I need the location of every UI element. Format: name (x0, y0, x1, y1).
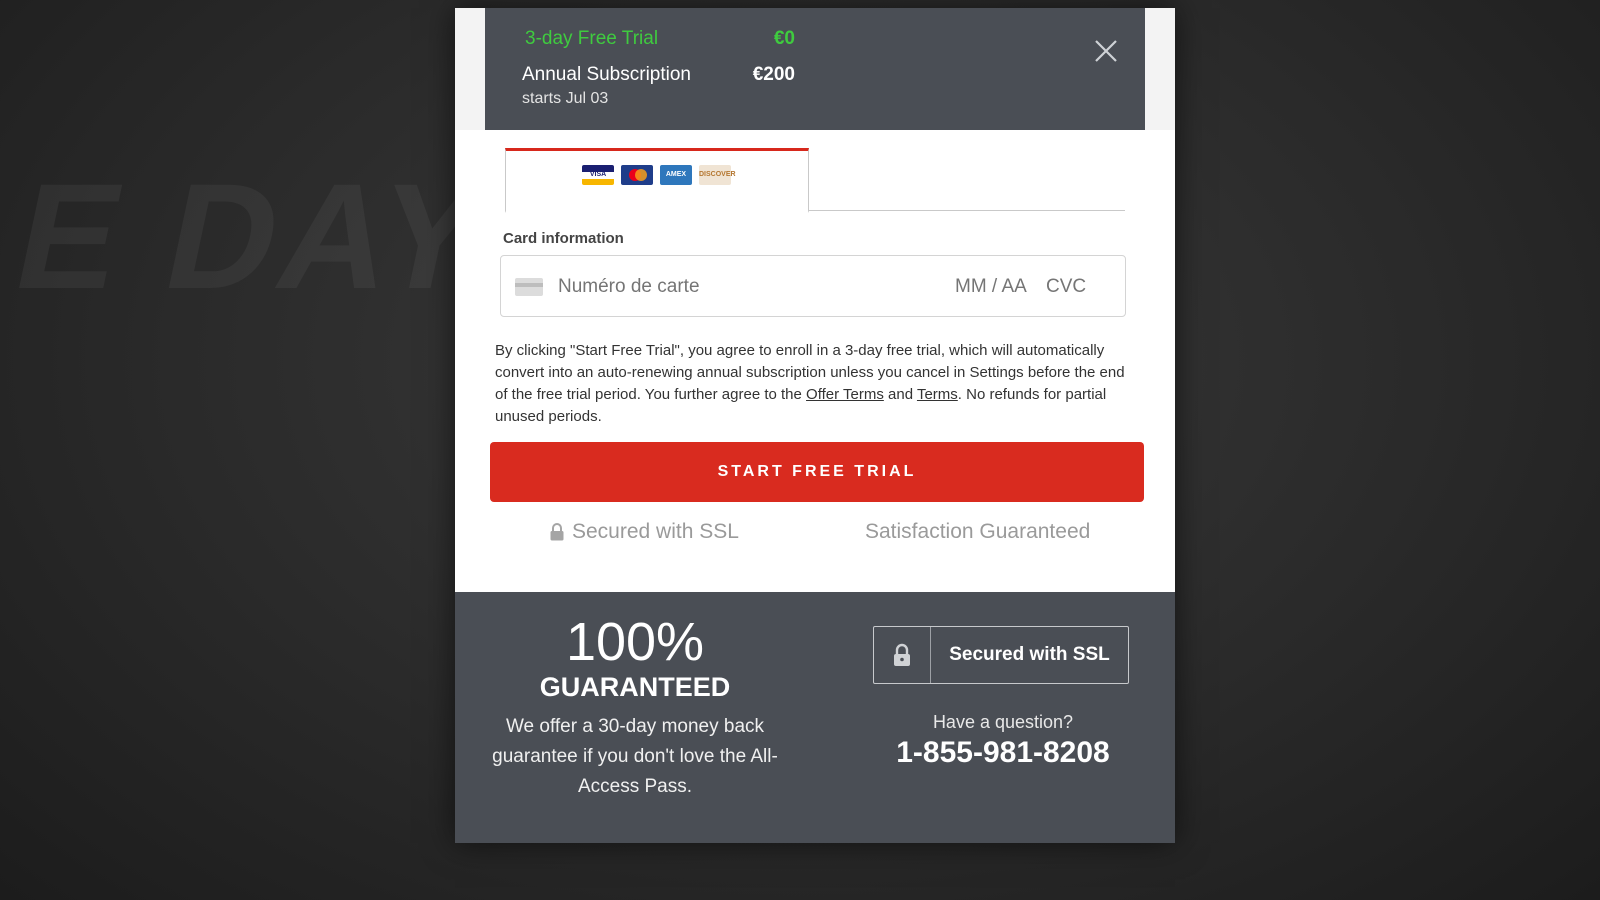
guarantee-description: We offer a 30-day money back guarantee i… (492, 716, 778, 797)
close-icon[interactable] (1093, 38, 1119, 64)
card-number-input[interactable] (556, 275, 920, 299)
background-brand-text: E DAY. (2, 152, 532, 320)
card-input-group (500, 255, 1126, 317)
credit-card-icon (515, 278, 543, 296)
card-info-label: Card information (503, 230, 624, 247)
guarantee-block: 100% GUARANTEED We offer a 30-day money … (475, 612, 795, 802)
ssl-assurance: Secured with SSL (550, 520, 739, 544)
lock-icon (550, 523, 564, 541)
trust-footer: 100% GUARANTEED We offer a 30-day money … (455, 592, 1175, 843)
ssl-assurance-label: Secured with SSL (572, 520, 739, 543)
visa-icon: VISA (582, 165, 614, 185)
trial-label: 3-day Free Trial (525, 28, 659, 49)
tab-card[interactable]: VISA AMEX DISCOVER (505, 148, 809, 213)
question-label: Have a question? (932, 712, 1074, 732)
satisfaction-assurance: Satisfaction Guaranteed (865, 520, 1091, 543)
annual-row: Annual Subscription €200 (522, 64, 795, 86)
guarantee-percent: 100% (565, 612, 705, 672)
order-summary: 3-day Free Trial €0 Annual Subscription … (485, 8, 1145, 130)
legal-text-part2: and (883, 386, 917, 403)
trial-price: €0 (773, 28, 795, 49)
support-phone[interactable]: 1-855-981-8208 (873, 736, 1133, 770)
terms-link[interactable]: Terms (917, 386, 958, 403)
lock-icon (874, 627, 931, 683)
discover-icon: DISCOVER (699, 165, 736, 185)
payment-form: VISA AMEX DISCOVER Card information By c… (455, 130, 1175, 592)
expiry-input[interactable] (953, 275, 1049, 299)
ssl-badge-label: Secured with SSL (949, 644, 1110, 665)
offer-terms-link[interactable]: Offer Terms (806, 386, 884, 403)
checkout-modal: 3-day Free Trial €0 Annual Subscription … (455, 8, 1175, 843)
annual-label: Annual Subscription (522, 64, 691, 85)
trial-row: 3-day Free Trial €0 (525, 28, 795, 50)
ssl-badge: Secured with SSL (873, 626, 1129, 684)
card-logos: VISA AMEX DISCOVER (582, 165, 736, 185)
legal-text: By clicking "Start Free Trial", you agre… (495, 340, 1135, 428)
start-free-trial-button[interactable]: START FREE TRIAL (490, 442, 1144, 502)
guarantee-title: GUARANTEED (539, 672, 731, 702)
mastercard-icon (621, 165, 653, 185)
amex-icon: AMEX (660, 165, 692, 185)
start-date: starts Jul 03 (522, 90, 609, 107)
annual-price: €200 (752, 64, 795, 85)
payment-method-tabs: VISA AMEX DISCOVER (505, 148, 1125, 213)
cvc-input[interactable] (1044, 275, 1108, 299)
